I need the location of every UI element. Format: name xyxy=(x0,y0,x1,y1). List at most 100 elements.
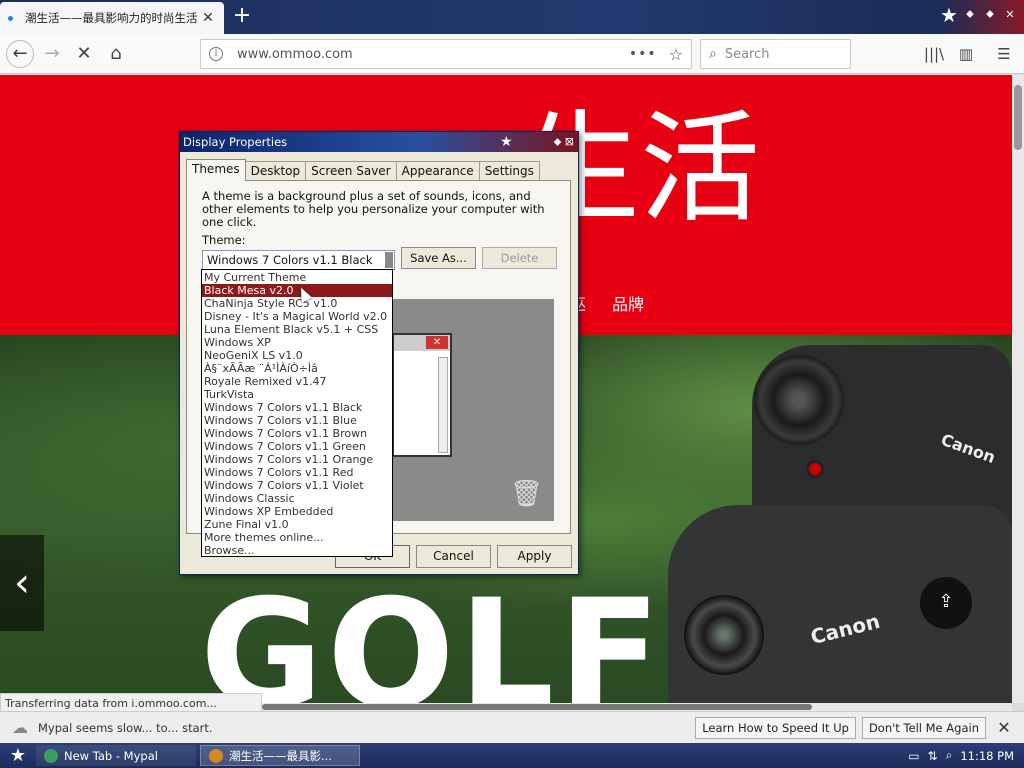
theme-option[interactable]: More themes online... xyxy=(202,531,392,544)
tab-strip: 潮生活——最具影响力的时尚生活 ✕ + ★ ⬥ ⬥ ✕ xyxy=(0,0,1024,34)
tab-themes[interactable]: Themes xyxy=(186,159,246,181)
theme-select-value: Windows 7 Colors v1.1 Black xyxy=(207,253,373,267)
preview-scrollbar xyxy=(438,357,448,453)
scroll-thumb[interactable] xyxy=(262,704,812,710)
system-tray: ▭ ⇅ ⌕ 11:18 PM xyxy=(908,748,1024,763)
theme-option[interactable]: Windows 7 Colors v1.1 Brown xyxy=(202,427,392,440)
new-tab-button[interactable]: + xyxy=(228,4,256,30)
title-star-icon: ★ xyxy=(500,134,513,150)
display-properties-icon xyxy=(209,748,223,763)
carousel-prev-button[interactable]: ‹ xyxy=(0,535,44,631)
cancel-button[interactable]: Cancel xyxy=(416,545,491,568)
site-info-icon[interactable]: i xyxy=(209,47,223,61)
navigation-toolbar: ← → ✕ ⌂ i www.ommoo.com ••• ☆ ⌕ Search |… xyxy=(0,34,1024,74)
search-box[interactable]: ⌕ Search xyxy=(700,39,851,69)
camera-lens xyxy=(754,355,844,445)
save-as-button[interactable]: Save As... xyxy=(401,247,476,269)
theme-option[interactable]: Zune Final v1.0 xyxy=(202,518,392,531)
camera-brand-label: Canon xyxy=(938,429,998,468)
clock[interactable]: 11:18 PM xyxy=(960,749,1014,763)
delete-button[interactable]: Delete xyxy=(482,247,557,269)
theme-description: A theme is a background plus a set of so… xyxy=(202,189,545,229)
theme-option[interactable]: Windows XP xyxy=(202,336,392,349)
minimize-icon[interactable]: ⬥ xyxy=(962,7,978,21)
dialog-title: Display Properties xyxy=(183,135,288,149)
taskbar-item-site[interactable]: 潮生活——最具影... xyxy=(200,745,360,766)
status-text: Transferring data from i.ommoo.com... xyxy=(0,693,262,713)
theme-option[interactable]: Windows 7 Colors v1.1 Black xyxy=(202,401,392,414)
keyboard-icon[interactable]: ▭ xyxy=(908,749,919,763)
sidebar-icon[interactable]: ▥ xyxy=(952,40,980,68)
theme-option[interactable]: Windows 7 Colors v1.1 Blue xyxy=(202,414,392,427)
theme-option[interactable]: Royale Remixed v1.47 xyxy=(202,375,392,388)
tray-search-icon[interactable]: ⌕ xyxy=(946,748,953,763)
back-arrow-icon[interactable]: ← xyxy=(6,40,34,68)
theme-option[interactable]: My Current Theme xyxy=(202,271,392,284)
apply-button[interactable]: Apply xyxy=(497,545,572,568)
theme-option[interactable]: Windows 7 Colors v1.1 Orange xyxy=(202,453,392,466)
taskbar-item-newtab[interactable]: New Tab - Mypal xyxy=(36,745,196,766)
theme-dropdown-list[interactable]: My Current Theme Black Mesa v2.0 ChaNinja … xyxy=(201,269,393,557)
window-controls: ⬥ ⬥ ✕ xyxy=(962,0,1024,28)
dialog-controls[interactable]: ⬥ ⊠ xyxy=(554,132,574,152)
page-actions-icon[interactable]: ••• xyxy=(629,46,657,62)
window-star-icon: ★ xyxy=(940,3,958,27)
menu-hamburger-icon[interactable]: ☰ xyxy=(990,40,1018,68)
share-upload-icon[interactable]: ⇪ xyxy=(920,577,972,629)
address-bar[interactable]: i www.ommoo.com ••• ☆ xyxy=(200,39,692,69)
theme-select[interactable]: Windows 7 Colors v1.1 Black xyxy=(202,250,395,270)
theme-option[interactable]: Windows Classic xyxy=(202,492,392,505)
dialog-title-bar[interactable]: Display Properties ★ ⬥ ⊠ xyxy=(180,132,578,152)
bookmark-star-icon[interactable]: ☆ xyxy=(669,45,683,64)
theme-option[interactable]: Windows 7 Colors v1.1 Red xyxy=(202,466,392,479)
dropdown-arrow-icon[interactable] xyxy=(385,252,393,268)
network-icon[interactable]: ⇅ xyxy=(928,749,938,763)
browser-tab-active[interactable]: 潮生活——最具影响力的时尚生活 ✕ xyxy=(0,2,224,34)
notification-close-icon[interactable]: ✕ xyxy=(992,718,1016,737)
taskbar: ★ New Tab - Mypal 潮生活——最具影... ▭ ⇅ ⌕ 11:1… xyxy=(0,743,1024,768)
cloud-icon: ☁ xyxy=(12,718,28,737)
learn-speed-button[interactable]: Learn How to Speed It Up xyxy=(695,716,856,739)
theme-option[interactable]: ChaNinja Style RC5 v1.0 xyxy=(202,297,392,310)
dialog-tabs: Themes Desktop Screen Saver Appearance S… xyxy=(186,159,540,181)
tab-settings[interactable]: Settings xyxy=(478,161,540,181)
theme-option[interactable]: Browse... xyxy=(202,544,392,557)
close-window-icon[interactable]: ✕ xyxy=(1002,8,1018,21)
theme-option[interactable]: À§¨xÃÃæ ¨Á¹ÌÀíÒ÷Ìâ xyxy=(202,362,392,375)
tab-desktop[interactable]: Desktop xyxy=(244,161,307,181)
tab-close-icon[interactable]: ✕ xyxy=(200,10,216,26)
theme-option[interactable]: Windows 7 Colors v1.1 Green xyxy=(202,440,392,453)
theme-option[interactable]: TurkVista xyxy=(202,388,392,401)
search-icon: ⌕ xyxy=(709,46,717,62)
hero-golf-text: GOLF xyxy=(200,568,665,703)
tab-appearance[interactable]: Appearance xyxy=(395,161,480,181)
start-button[interactable]: ★ xyxy=(0,745,36,766)
horizontal-scrollbar[interactable] xyxy=(262,703,1012,711)
theme-option[interactable]: Windows 7 Colors v1.1 Violet xyxy=(202,479,392,492)
theme-option[interactable]: NeoGeniX LS v1.0 xyxy=(202,349,392,362)
notification-bar: ☁ Mypal seems slow... to... start. Learn… xyxy=(0,711,1024,743)
theme-preview: ✕ 🗑 xyxy=(392,299,554,521)
camera-lens xyxy=(684,595,764,675)
scroll-thumb[interactable] xyxy=(1014,85,1022,150)
forward-arrow-icon[interactable]: → xyxy=(38,40,66,68)
search-placeholder: Search xyxy=(724,46,770,62)
tab-screen-saver[interactable]: Screen Saver xyxy=(305,161,397,181)
dont-tell-again-button[interactable]: Don't Tell Me Again xyxy=(861,716,986,739)
theme-option[interactable]: Windows XP Embedded xyxy=(202,505,392,518)
vertical-scrollbar[interactable] xyxy=(1012,75,1024,703)
home-icon[interactable]: ⌂ xyxy=(102,40,130,68)
recycle-bin-icon: 🗑 xyxy=(510,479,544,509)
notification-message: Mypal seems slow... to... start. xyxy=(38,720,213,735)
stop-loading-icon[interactable]: ✕ xyxy=(70,40,98,68)
theme-option[interactable]: Disney - It's a Magical World v2.0 xyxy=(202,310,392,323)
maximize-icon[interactable]: ⬥ xyxy=(982,7,998,21)
address-url[interactable]: www.ommoo.com xyxy=(237,47,629,62)
preview-titlebar: ✕ xyxy=(394,335,450,351)
nav-item-brand[interactable]: 品牌 xyxy=(612,291,644,315)
camera-brand-label: Canon xyxy=(808,608,883,650)
tab-title: 潮生活——最具影响力的时尚生活 xyxy=(25,11,198,25)
theme-option[interactable]: Luna Element Black v5.1 + CSS xyxy=(202,323,392,336)
mypal-icon xyxy=(44,748,58,763)
library-icon[interactable]: |||\ xyxy=(920,40,948,68)
